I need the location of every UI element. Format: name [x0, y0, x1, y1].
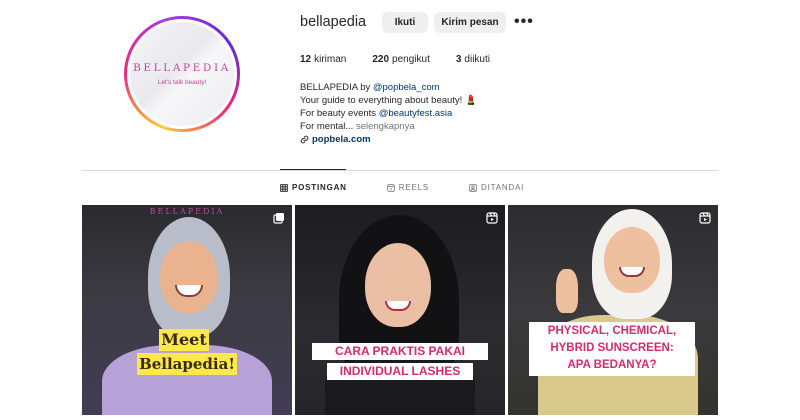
post-1-caption-line-1: Meet — [159, 329, 209, 351]
active-tab-indicator — [280, 169, 346, 170]
post-3-person-face — [604, 227, 660, 293]
bio-more-link[interactable]: selengkapnya — [356, 121, 415, 132]
bio-line-3-text: For beauty events — [300, 108, 379, 119]
tab-tagged[interactable]: DITANDAI — [469, 183, 524, 192]
bio-mention-beautyfest[interactable]: @beautyfest.asia — [379, 108, 453, 119]
bio-line-3: For beauty events @beautyfest.asia — [300, 107, 477, 120]
tab-posts-label: POSTINGAN — [292, 183, 347, 192]
bio-mention-popbela[interactable]: @popbela_com — [373, 82, 440, 93]
post-3-caption-line-2: HYBRID SUNSCREEN: — [529, 339, 695, 357]
post-2-caption-line-2: INDIVIDUAL LASHES — [327, 363, 473, 380]
avatar-image: BELLAPEDIA Let's talk beauty! — [130, 22, 234, 126]
following-count: 3 — [455, 54, 462, 65]
avatar-brand-text: BELLAPEDIA — [133, 62, 231, 74]
posts-stat: 12 kiriman — [300, 54, 346, 65]
tab-tagged-label: DITANDAI — [481, 183, 525, 192]
reel-icon — [699, 212, 711, 224]
reel-icon — [486, 212, 498, 224]
more-options-icon[interactable]: ••• — [514, 13, 534, 31]
profile-username: bellapedia — [300, 14, 367, 30]
tab-reels-label: REELS — [398, 183, 429, 192]
post-1-watermark: BELLAPEDIA — [149, 207, 225, 216]
avatar-tagline: Let's talk beauty! — [157, 79, 207, 86]
profile-avatar[interactable]: BELLAPEDIA Let's talk beauty! — [124, 16, 240, 132]
followers-label: pengikut — [392, 54, 430, 65]
reels-icon — [387, 183, 395, 192]
bio-line-4: For mental... selengkapnya — [300, 120, 477, 133]
bio-line-4-text: For mental... — [300, 121, 356, 132]
post-thumbnail-3[interactable]: PHYSICAL, CHEMICAL, HYBRID SUNSCREEN: AP… — [508, 205, 718, 415]
bio-line-2: Your guide to everything about beauty! 💄 — [300, 95, 477, 106]
post-thumbnail-1[interactable]: BELLAPEDIA Meet Bellapedia! — [82, 205, 292, 415]
post-2-caption-line-1: CARA PRAKTIS PAKAI — [312, 343, 488, 360]
tagged-icon — [469, 183, 477, 192]
post-1-caption-line-2: Bellapedia! — [137, 353, 237, 375]
posts-label: kiriman — [314, 54, 347, 65]
carousel-icon — [273, 213, 284, 224]
profile-tabs: POSTINGAN REELS DITANDAI — [280, 183, 564, 192]
post-1-person-face — [160, 241, 218, 313]
post-3-caption-line-3: APA BEDANYA? — [529, 356, 695, 376]
post-thumbnail-2[interactable]: CARA PRAKTIS PAKAI INDIVIDUAL LASHES — [295, 205, 505, 415]
follow-button[interactable]: Ikuti — [382, 12, 428, 33]
followers-stat[interactable]: 220 pengikut — [372, 54, 430, 65]
following-label: diikuti — [464, 54, 490, 65]
bio-line-1-text: BELLAPEDIA by — [300, 82, 373, 93]
followers-count: 220 — [372, 54, 390, 65]
tab-posts[interactable]: POSTINGAN — [280, 183, 347, 192]
profile-bio: BELLAPEDIA by @popbela_com Your guide to… — [300, 81, 477, 146]
tab-reels[interactable]: REELS — [387, 183, 429, 192]
posts-count: 12 — [300, 54, 312, 65]
bio-line-1: BELLAPEDIA by @popbela_com — [300, 81, 477, 94]
bio-website-text: popbela.com — [312, 134, 371, 145]
message-button[interactable]: Kirim pesan — [434, 12, 506, 33]
tabs-divider — [82, 170, 718, 171]
post-2-person-face — [365, 243, 431, 327]
avatar-inner-ring: BELLAPEDIA Let's talk beauty! — [127, 19, 237, 129]
following-stat[interactable]: 3 diikuti — [456, 54, 490, 65]
post-3-caption-line-1: PHYSICAL, CHEMICAL, — [529, 322, 695, 340]
link-icon — [300, 135, 309, 144]
bio-website-link[interactable]: popbela.com — [300, 133, 477, 146]
post-3-peace-hand — [556, 269, 578, 313]
profile-stats: 12 kiriman 220 pengikut 3 diikuti — [300, 54, 516, 65]
grid-icon — [280, 183, 288, 192]
